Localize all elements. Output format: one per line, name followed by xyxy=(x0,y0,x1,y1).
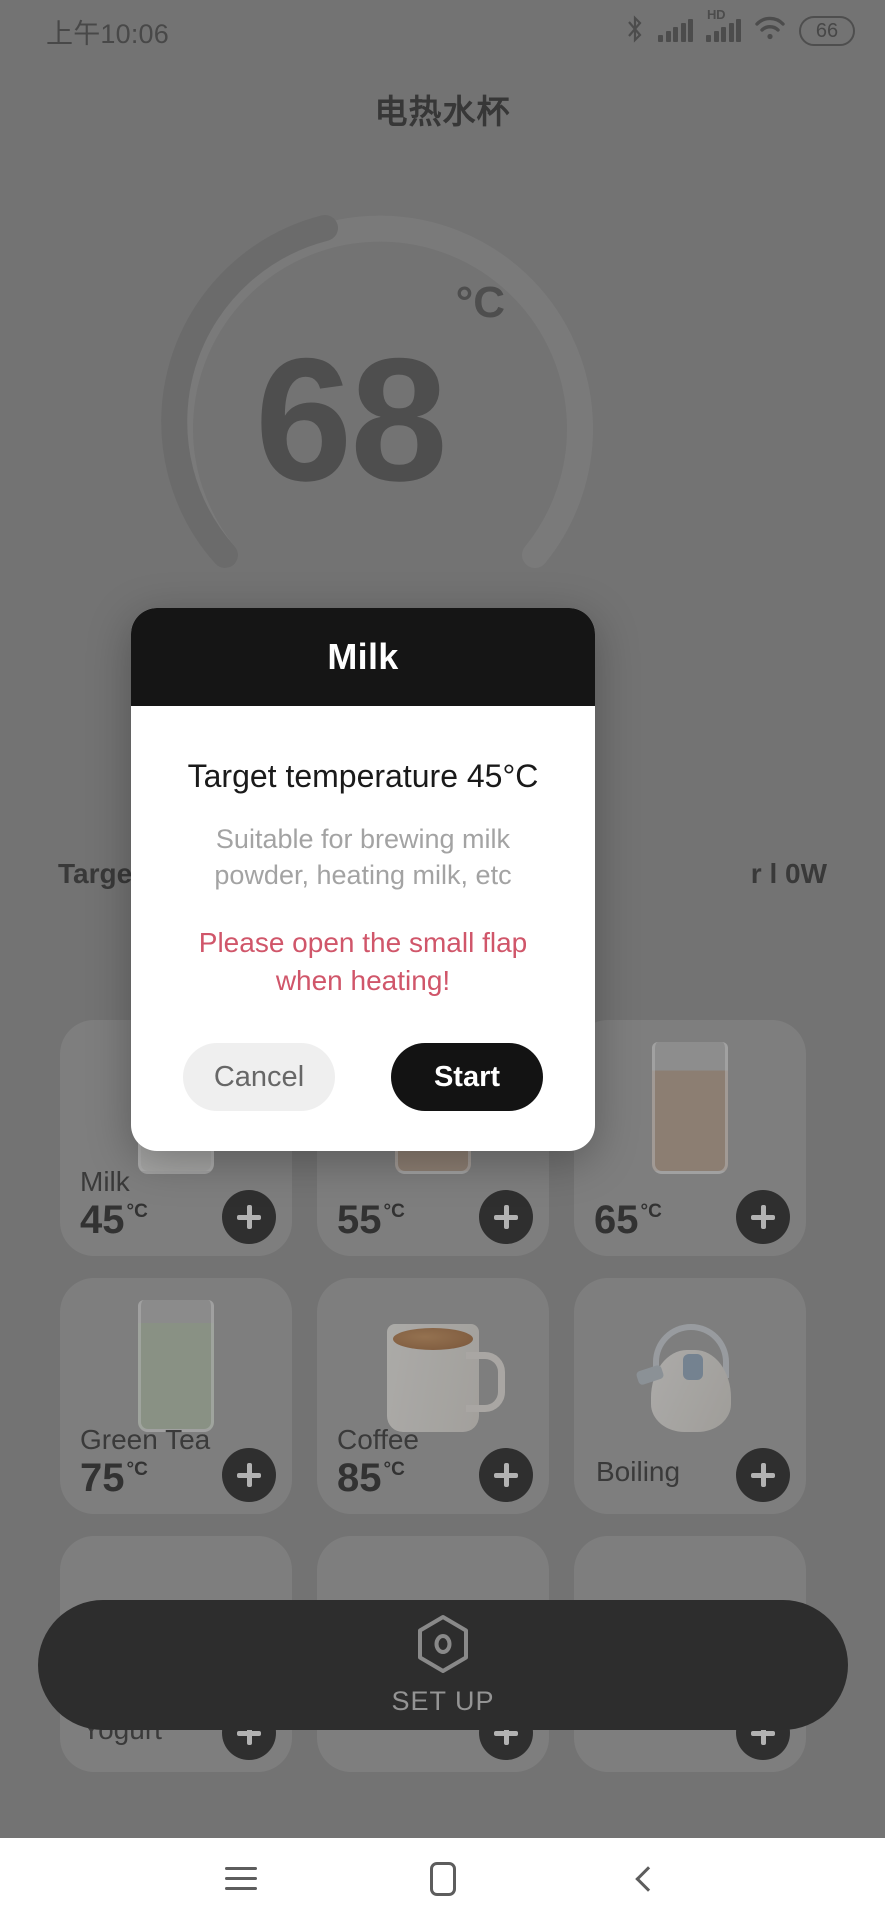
add-preset-button[interactable] xyxy=(736,1448,790,1502)
milk-preset-dialog: Milk Target temperature 45°C Suitable fo… xyxy=(131,608,595,1152)
start-button[interactable]: Start xyxy=(391,1043,543,1112)
add-preset-button[interactable] xyxy=(222,1448,276,1502)
preset-temp: 55 xyxy=(337,1198,382,1242)
dialog-header: Milk xyxy=(131,608,595,706)
status-bar: 上午10:06 HD 66 xyxy=(0,0,885,62)
setup-button-label: SET UP xyxy=(391,1686,495,1716)
temperature-gauge: 68 °C xyxy=(120,160,640,680)
preset-temp: 75 xyxy=(80,1456,125,1500)
page-title: 电热水杯 xyxy=(374,93,511,130)
gauge-temperature: 68 xyxy=(254,322,448,518)
status-icons: HD 66 xyxy=(625,7,855,48)
preset-name: Boiling xyxy=(596,1456,681,1487)
status-time: 上午10:06 xyxy=(46,18,169,49)
hd-label: HD xyxy=(707,7,726,22)
preset-temp: 85 xyxy=(337,1456,382,1500)
wifi-icon xyxy=(754,16,786,46)
setup-button[interactable]: SET UP xyxy=(38,1600,848,1730)
preset-card-coffee[interactable]: Coffee 85 °C xyxy=(317,1278,549,1514)
preset-unit: °C xyxy=(383,1201,405,1222)
target-label: Target xyxy=(58,858,142,889)
kettle-icon xyxy=(574,1282,806,1432)
mug-coffee-icon xyxy=(317,1282,549,1432)
add-preset-button[interactable] xyxy=(736,1190,790,1244)
cancel-button[interactable]: Cancel xyxy=(183,1043,335,1112)
dialog-description: Suitable for brewing milk powder, heatin… xyxy=(214,824,512,891)
preset-unit: °C xyxy=(640,1201,662,1222)
dialog-body: Target temperature 45°C Suitable for bre… xyxy=(131,706,595,1151)
bluetooth-icon xyxy=(625,14,645,48)
dialog-title: Milk xyxy=(327,636,399,677)
add-preset-button[interactable] xyxy=(479,1448,533,1502)
preset-card-boiling[interactable]: Boiling xyxy=(574,1278,806,1514)
preset-unit: °C xyxy=(126,1459,148,1480)
dialog-actions: Cancel Start xyxy=(165,1043,561,1112)
glass-juice-icon xyxy=(574,1024,806,1174)
power-label: r l 0W xyxy=(750,858,827,889)
add-preset-button[interactable] xyxy=(222,1190,276,1244)
preset-card-green-tea[interactable]: Green Tea 75 °C xyxy=(60,1278,292,1514)
preset-unit: °C xyxy=(383,1459,405,1480)
back-chevron-icon[interactable] xyxy=(609,1852,681,1906)
hexagon-gear-icon xyxy=(414,1613,472,1680)
preset-temp: 45 xyxy=(80,1198,125,1242)
preset-temp: 65 xyxy=(594,1198,639,1242)
signal-bars-icon xyxy=(658,19,693,42)
gauge-unit: °C xyxy=(455,278,506,327)
battery-level: 66 xyxy=(815,19,839,42)
preset-unit: °C xyxy=(126,1201,148,1222)
dialog-target-temperature: Target temperature 45°C xyxy=(187,758,539,794)
add-preset-button[interactable] xyxy=(479,1190,533,1244)
phone-screen: 上午10:06 HD 66 电热水杯 68 °C Target r l 0W M… xyxy=(0,0,885,1919)
preset-card-3[interactable]: 65 °C xyxy=(574,1020,806,1256)
battery-indicator: 66 xyxy=(799,16,855,46)
gauge-readout: 68 °C xyxy=(120,160,640,680)
signal-bars-hd-icon: HD xyxy=(706,7,741,42)
menu-icon[interactable] xyxy=(205,1852,277,1906)
glass-green-tea-icon xyxy=(60,1282,292,1432)
android-nav-bar xyxy=(0,1838,885,1919)
home-square-icon[interactable] xyxy=(407,1852,479,1906)
dialog-warning-text: Please open the small flap when heating! xyxy=(198,926,528,996)
